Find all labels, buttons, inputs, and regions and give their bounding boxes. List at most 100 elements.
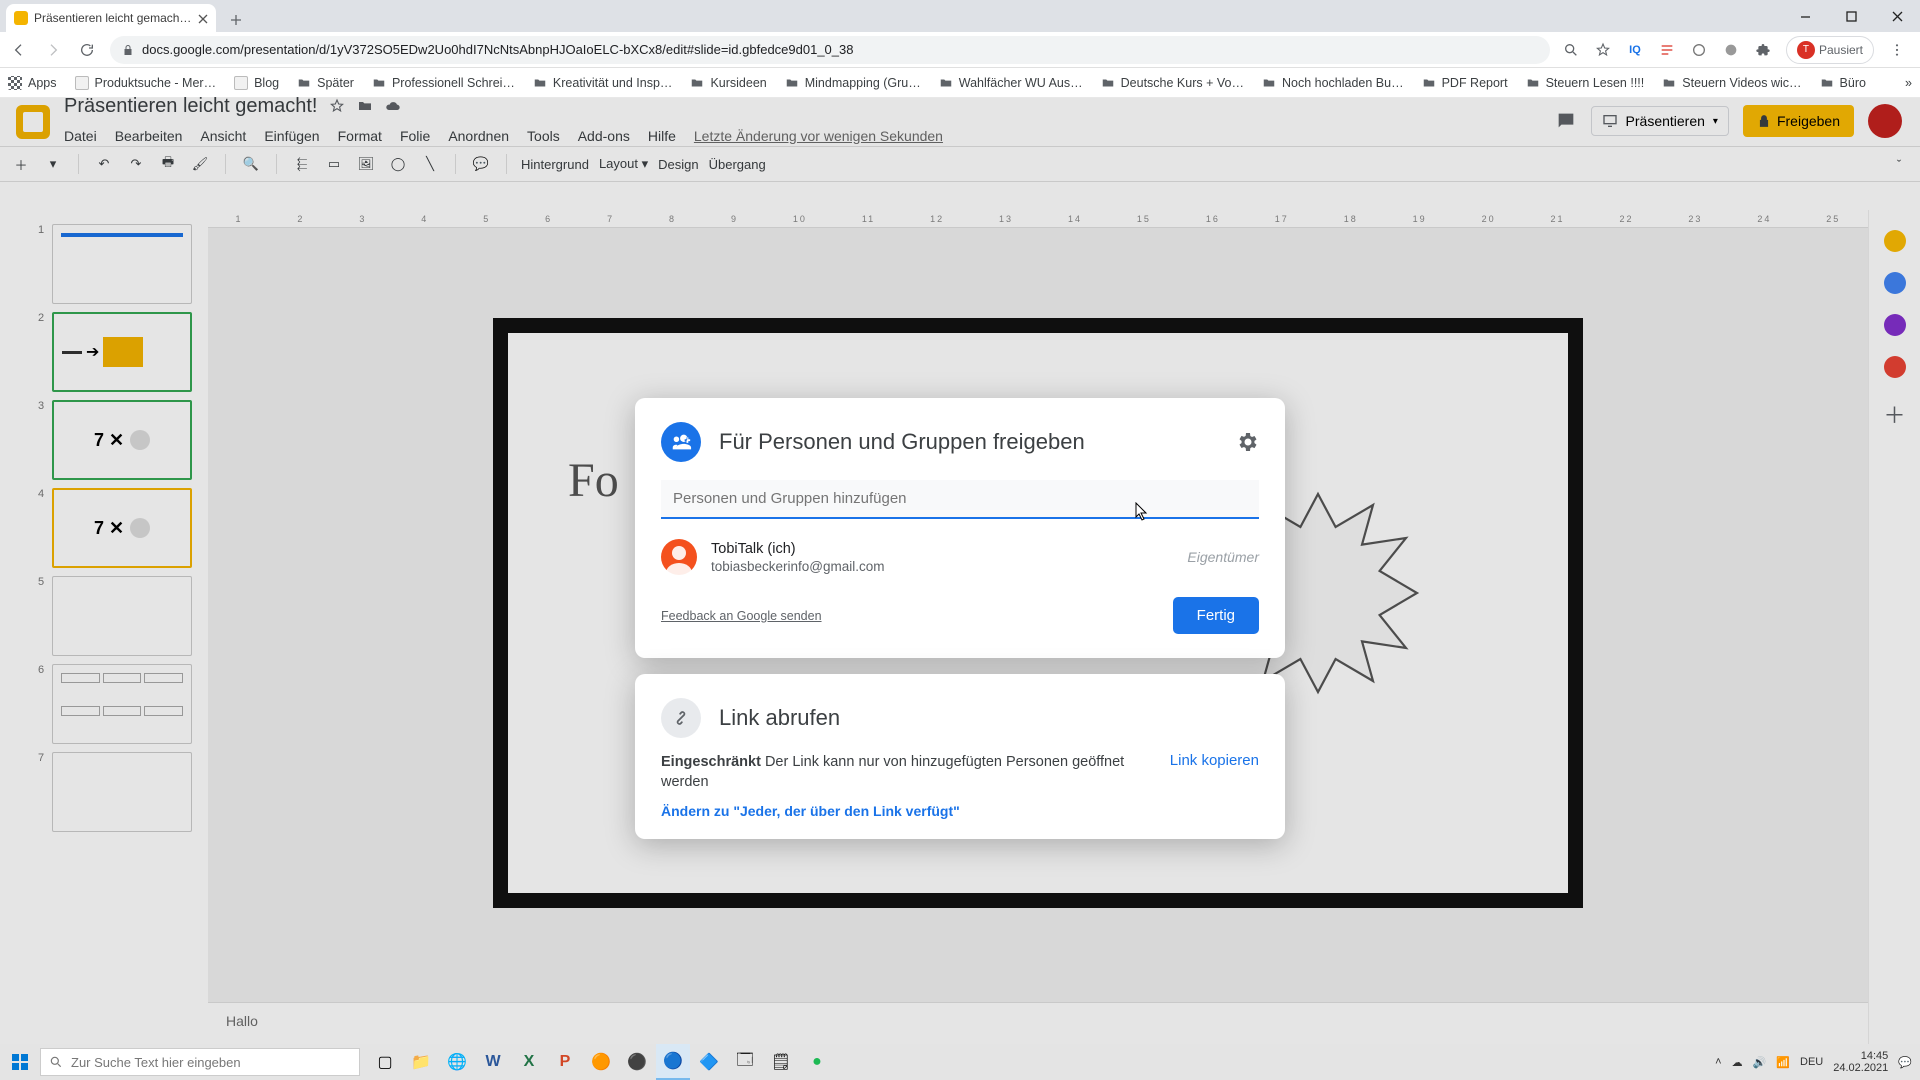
edge-icon[interactable]: 🌐	[440, 1044, 474, 1080]
bookmark-folder[interactable]: Kreativität und Insp…	[533, 76, 673, 90]
volume-icon[interactable]: 🔊	[1753, 1056, 1767, 1069]
bookmark-item[interactable]: Blog	[234, 76, 279, 90]
taskbar-search[interactable]: Zur Suche Text hier eingeben	[40, 1048, 360, 1076]
link-card-title: Link abrufen	[719, 705, 1259, 731]
bookmark-label: Professionell Schrei…	[392, 76, 515, 90]
window-controls	[1782, 0, 1920, 32]
bookmark-folder[interactable]: Wahlfächer WU Aus…	[939, 76, 1083, 90]
spotify-icon[interactable]: ●	[800, 1044, 834, 1080]
minimize-button[interactable]	[1782, 0, 1828, 32]
reload-button[interactable]	[76, 39, 98, 61]
bookmark-folder[interactable]: Kursideen	[690, 76, 766, 90]
bookmark-folder[interactable]: Mindmapping (Gru…	[785, 76, 921, 90]
back-button[interactable]	[8, 39, 30, 61]
start-button[interactable]	[0, 1044, 40, 1080]
bookmark-folder[interactable]: Noch hochladen Bu…	[1262, 76, 1404, 90]
profile-chip[interactable]: T Pausiert	[1786, 36, 1874, 64]
profile-status: Pausiert	[1819, 43, 1863, 57]
url-text: docs.google.com/presentation/d/1yV372SO5…	[142, 42, 853, 57]
person-row: TobiTalk (ich) tobiasbeckerinfo@gmail.co…	[661, 539, 1259, 575]
onedrive-icon[interactable]: ☁	[1732, 1056, 1743, 1069]
obs-icon[interactable]: ⚫	[620, 1044, 654, 1080]
clock-date: 24.02.2021	[1833, 1062, 1888, 1074]
bookmark-folder[interactable]: Deutsche Kurs + Vo…	[1101, 76, 1244, 90]
extensions-puzzle-icon[interactable]	[1754, 41, 1772, 59]
zoom-icon[interactable]	[1562, 41, 1580, 59]
powerpoint-icon[interactable]: P	[548, 1044, 582, 1080]
bookmark-label: PDF Report	[1442, 76, 1508, 90]
bookmark-label: Steuern Videos wic…	[1682, 76, 1801, 90]
bookmarks-bar: Apps Produktsuche - Mer… Blog Später Pro…	[0, 68, 1920, 98]
bookmark-label: Mindmapping (Gru…	[805, 76, 921, 90]
link-restriction-text: Eingeschränkt Der Link kann nur von hinz…	[661, 752, 1140, 793]
address-bar: docs.google.com/presentation/d/1yV372SO5…	[0, 32, 1920, 68]
app-icon[interactable]: 🟠	[584, 1044, 618, 1080]
star-icon[interactable]	[1594, 41, 1612, 59]
explorer-icon[interactable]: 📁	[404, 1044, 438, 1080]
copy-link-button[interactable]: Link kopieren	[1170, 752, 1259, 769]
slides-favicon	[14, 11, 28, 25]
bookmark-label: Kreativität und Insp…	[553, 76, 673, 90]
done-button[interactable]: Fertig	[1173, 597, 1259, 634]
browser-tab-active[interactable]: Präsentieren leicht gemacht! - G…	[6, 4, 216, 32]
bookmark-folder[interactable]: Steuern Videos wic…	[1662, 76, 1801, 90]
bookmark-label: Wahlfächer WU Aus…	[959, 76, 1083, 90]
bookmark-folder[interactable]: Büro	[1820, 76, 1866, 90]
apps-label: Apps	[28, 76, 57, 90]
close-tab-icon[interactable]	[198, 13, 208, 23]
extension-icon-2[interactable]	[1658, 41, 1676, 59]
tray-expand-icon[interactable]: ˄	[1715, 1056, 1721, 1068]
apps-shortcut[interactable]: Apps	[8, 76, 57, 90]
notifications-icon[interactable]: 💬	[1898, 1056, 1912, 1069]
extension-icon-3[interactable]	[1690, 41, 1708, 59]
bookmark-folder[interactable]: Steuern Lesen !!!!	[1526, 76, 1645, 90]
share-people-card: Für Personen und Gruppen freigeben TobiT…	[635, 398, 1285, 658]
bookmark-label: Büro	[1840, 76, 1866, 90]
bookmark-folder[interactable]: Später	[297, 76, 354, 90]
maximize-button[interactable]	[1828, 0, 1874, 32]
gear-icon[interactable]	[1235, 430, 1259, 454]
bookmarks-overflow[interactable]: »	[1905, 76, 1912, 90]
word-icon[interactable]: W	[476, 1044, 510, 1080]
wifi-icon[interactable]: 📶	[1776, 1056, 1790, 1069]
bookmark-item[interactable]: Produktsuche - Mer…	[75, 76, 217, 90]
bookmark-label: Kursideen	[710, 76, 766, 90]
get-link-card: Link abrufen Eingeschränkt Der Link kann…	[635, 674, 1285, 839]
clock[interactable]: 14:45 24.02.2021	[1833, 1050, 1888, 1074]
edge-new-icon[interactable]: 🔷	[692, 1044, 726, 1080]
bookmark-folder[interactable]: PDF Report	[1422, 76, 1508, 90]
clock-time: 14:45	[1833, 1050, 1888, 1062]
add-people-input[interactable]	[661, 480, 1259, 519]
people-share-icon	[661, 422, 701, 462]
excel-icon[interactable]: X	[512, 1044, 546, 1080]
lock-icon	[122, 44, 134, 56]
browser-tab-strip: Präsentieren leicht gemacht! - G…	[0, 0, 1920, 32]
forward-button[interactable]	[42, 39, 64, 61]
notepad-icon[interactable]: 🗒	[764, 1044, 798, 1080]
new-tab-button[interactable]	[224, 8, 248, 32]
change-access-link[interactable]: Ändern zu "Jeder, der über den Link verf…	[661, 803, 1140, 819]
profile-avatar: T	[1797, 41, 1815, 59]
share-dialog-title: Für Personen und Gruppen freigeben	[719, 429, 1217, 455]
app-icon-2[interactable]: 🗔	[728, 1044, 762, 1080]
chrome-icon[interactable]: 🔵	[656, 1044, 690, 1080]
bookmark-label: Produktsuche - Mer…	[95, 76, 217, 90]
extension-icon-4[interactable]	[1722, 41, 1740, 59]
feedback-link[interactable]: Feedback an Google senden	[661, 609, 822, 623]
bookmark-label: Blog	[254, 76, 279, 90]
windows-taskbar: Zur Suche Text hier eingeben ▢ 📁 🌐 W X P…	[0, 1044, 1920, 1080]
search-placeholder: Zur Suche Text hier eingeben	[71, 1055, 241, 1070]
bookmark-label: Deutsche Kurs + Vo…	[1121, 76, 1244, 90]
tab-title: Präsentieren leicht gemacht! - G…	[34, 11, 192, 25]
chrome-menu-icon[interactable]	[1888, 41, 1906, 59]
bookmark-folder[interactable]: Professionell Schrei…	[372, 76, 515, 90]
task-view-icon[interactable]: ▢	[368, 1044, 402, 1080]
bookmark-label: Noch hochladen Bu…	[1282, 76, 1404, 90]
url-field[interactable]: docs.google.com/presentation/d/1yV372SO5…	[110, 36, 1550, 64]
close-window-button[interactable]	[1874, 0, 1920, 32]
bookmark-label: Später	[317, 76, 354, 90]
extension-icon-1[interactable]: IQ	[1626, 41, 1644, 59]
bookmark-label: Steuern Lesen !!!!	[1546, 76, 1645, 90]
user-avatar	[661, 539, 697, 575]
language-indicator[interactable]: DEU	[1800, 1056, 1823, 1068]
